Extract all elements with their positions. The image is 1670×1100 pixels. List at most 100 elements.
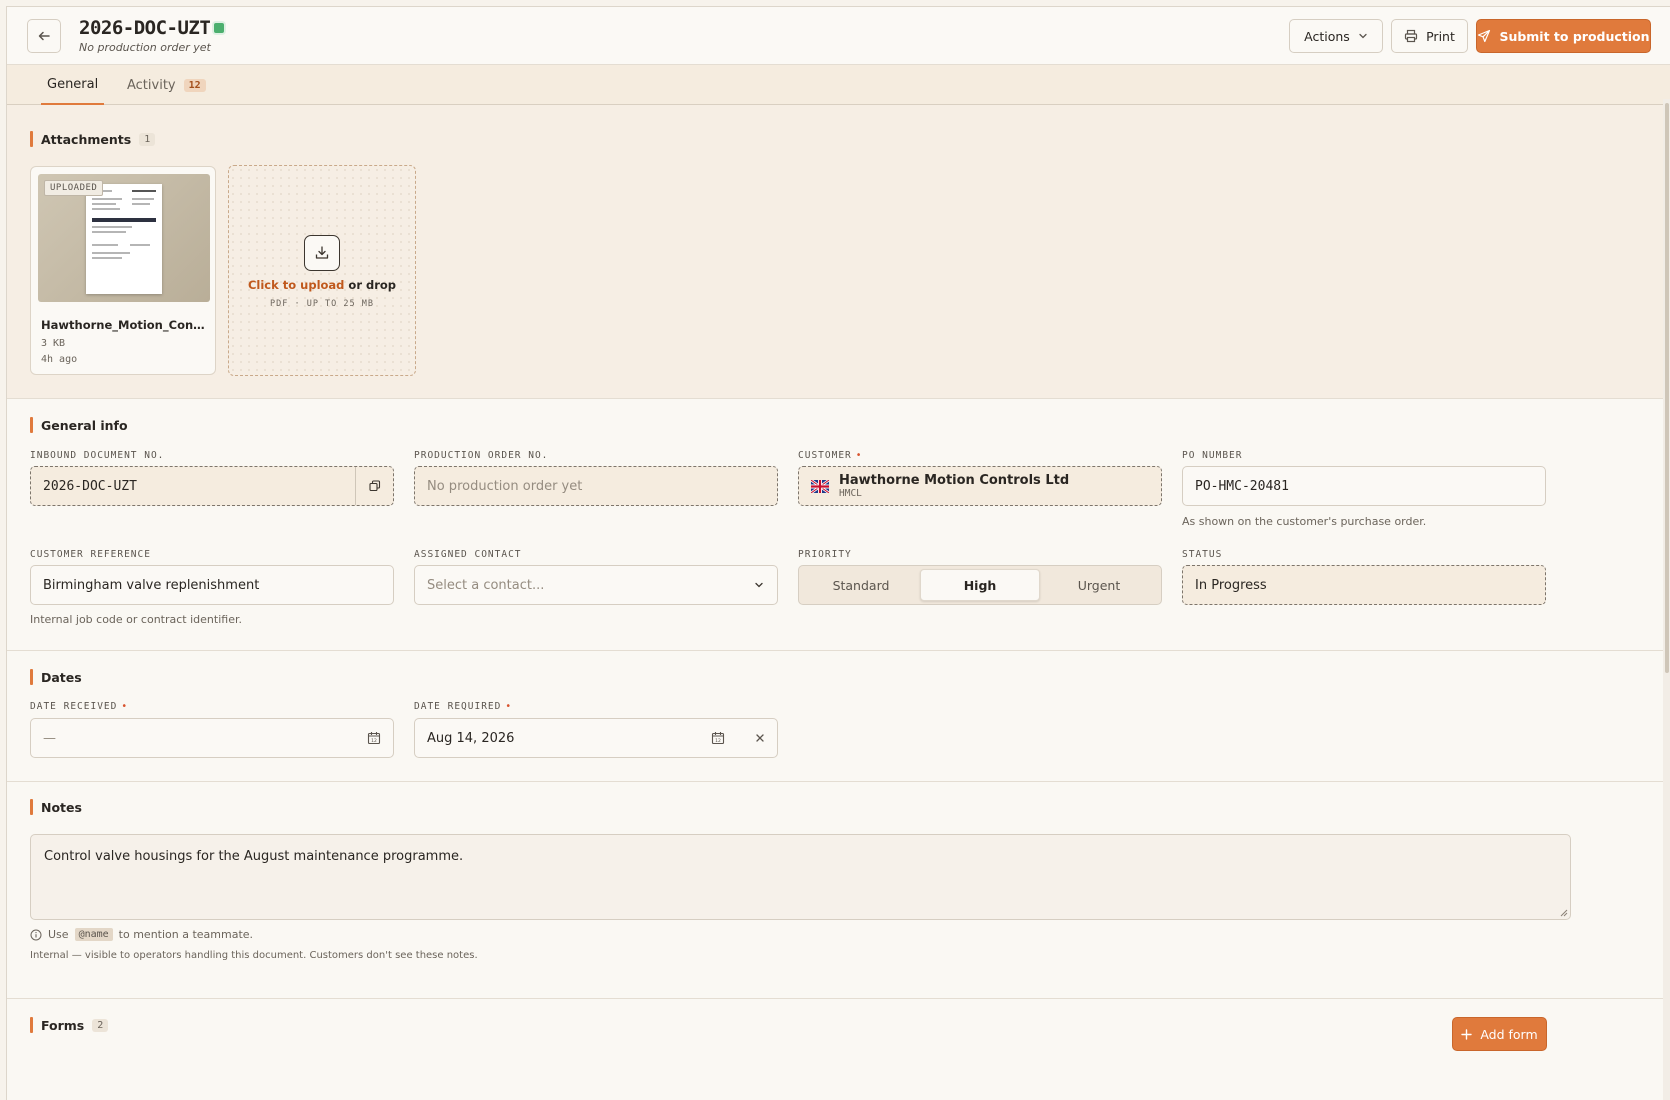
add-form-button[interactable]: Add form	[1452, 1017, 1547, 1051]
attachment-size: 3 KB	[41, 338, 66, 349]
submit-label: Submit to production	[1499, 28, 1650, 44]
dates-title: Dates	[41, 669, 82, 685]
required-asterisk: •	[121, 701, 129, 712]
po-number-input[interactable]: PO-HMC-20481	[1182, 466, 1546, 506]
actions-menu-button[interactable]: Actions	[1289, 19, 1383, 53]
section-accent-bar	[30, 417, 33, 433]
dates-heading: Dates	[30, 669, 82, 685]
assigned-contact-select[interactable]: Select a contact...	[414, 565, 778, 605]
page-header: 2026-DOC-UZT No production order yet Act…	[7, 7, 1670, 65]
priority-standard[interactable]: Standard	[802, 569, 920, 601]
chevron-down-icon	[1359, 33, 1367, 39]
customer-reference-help: Internal job code or contract identifier…	[30, 613, 242, 626]
date-required-label-text: DATE REQUIRED	[414, 701, 502, 712]
calendar-icon: 12	[367, 732, 381, 745]
document-preview	[86, 184, 162, 294]
copy-icon	[368, 480, 380, 492]
customer-name: Hawthorne Motion Controls Ltd	[839, 473, 1070, 488]
status-field: In Progress	[1182, 565, 1546, 605]
customer-label: CUSTOMER •	[798, 450, 863, 461]
svg-text:12: 12	[371, 738, 377, 744]
mention-tip-suffix: to mention a teammate.	[118, 928, 254, 941]
tab-activity[interactable]: Activity 12	[127, 65, 206, 105]
copy-button[interactable]	[355, 467, 393, 505]
notes-heading: Notes	[30, 799, 82, 815]
customer-reference-label: CUSTOMER REFERENCE	[30, 549, 151, 560]
customer-reference-input[interactable]: Birmingham valve replenishment	[30, 565, 394, 605]
customer-label-text: CUSTOMER	[798, 450, 852, 461]
uploaded-badge: UPLOADED	[44, 180, 104, 196]
production-order-label: PRODUCTION ORDER NO.	[414, 450, 549, 461]
mention-tip: Use @name to mention a teammate.	[30, 928, 253, 941]
uk-flag-icon	[811, 479, 829, 493]
scrollbar-thumb[interactable]	[1665, 103, 1669, 673]
tab-general[interactable]: General	[41, 65, 105, 105]
section-accent-bar	[30, 131, 33, 147]
priority-urgent[interactable]: Urgent	[1040, 569, 1158, 601]
arrow-left-icon	[38, 31, 50, 41]
priority-label: PRIORITY	[798, 549, 852, 560]
forms-section: Forms 2 Add form	[7, 999, 1663, 1100]
mention-code: @name	[74, 928, 113, 941]
assigned-contact-placeholder: Select a contact...	[427, 577, 545, 593]
priority-high[interactable]: High	[920, 569, 1040, 601]
clear-icon[interactable]	[755, 733, 765, 743]
date-received-label-text: DATE RECEIVED	[30, 701, 118, 712]
resize-handle-icon[interactable]	[1559, 908, 1568, 917]
attachments-title: Attachments	[41, 131, 132, 147]
attachment-time: 4h ago	[41, 354, 78, 365]
notes-textarea[interactable]: Control valve housings for the August ma…	[30, 834, 1571, 920]
notes-section: Notes Control valve housings for the Aug…	[7, 782, 1663, 999]
dates-section: Dates DATE RECEIVED • — 12 DATE REQUIRED •…	[7, 651, 1663, 782]
section-accent-bar	[30, 669, 33, 685]
upload-dropzone[interactable]: Click to upload or drop PDF · UP TO 25 M…	[228, 165, 416, 376]
inbound-document-value: 2026-DOC-UZT	[43, 478, 137, 494]
submit-to-production-button[interactable]: Submit to production	[1476, 19, 1651, 53]
date-received-input[interactable]: — 12	[30, 718, 394, 758]
section-accent-bar	[30, 1017, 33, 1033]
tab-bar: General Activity 12	[7, 65, 1670, 105]
mention-tip-prefix: Use	[48, 928, 69, 941]
priority-selector: Standard High Urgent	[798, 565, 1162, 605]
status-value: In Progress	[1195, 577, 1267, 593]
po-number-help: As shown on the customer's purchase orde…	[1182, 515, 1427, 528]
customer-reference-value: Birmingham valve replenishment	[43, 577, 260, 593]
date-required-input[interactable]: Aug 14, 2026 12	[414, 718, 778, 758]
general-info-heading: General info	[30, 417, 128, 433]
date-required-label: DATE REQUIRED •	[414, 701, 512, 712]
actions-label: Actions	[1304, 28, 1350, 44]
notes-help: Internal — visible to operators handling…	[30, 950, 478, 961]
general-info-title: General info	[41, 417, 128, 433]
calendar-icon[interactable]: 12	[711, 731, 725, 745]
printer-icon	[1405, 29, 1418, 43]
forms-count: 2	[92, 1018, 109, 1032]
customer-info: Hawthorne Motion Controls Ltd HMCL	[839, 473, 1069, 499]
required-asterisk: •	[505, 701, 513, 712]
po-number-label: PO NUMBER	[1182, 450, 1243, 461]
info-icon	[30, 929, 42, 940]
page-title: 2026-DOC-UZT	[79, 17, 211, 39]
general-info-section: General info INBOUND DOCUMENT NO. 2026-D…	[7, 399, 1663, 651]
tab-general-label: General	[47, 76, 99, 92]
chevron-down-icon	[755, 582, 763, 588]
production-order-field: No production order yet	[414, 466, 778, 506]
notes-value: Control valve housings for the August ma…	[44, 849, 464, 864]
status-label: STATUS	[1182, 549, 1223, 560]
activity-count-badge: 12	[183, 78, 206, 92]
date-received-value: —	[43, 730, 56, 746]
add-form-label: Add form	[1480, 1026, 1538, 1042]
production-order-placeholder: No production order yet	[427, 478, 583, 494]
click-to-upload-link[interactable]: Click to upload	[248, 278, 344, 292]
print-button[interactable]: Print	[1391, 19, 1468, 53]
dropzone-text: Click to upload or drop	[229, 278, 415, 292]
app-window: 2026-DOC-UZT No production order yet Act…	[6, 6, 1670, 1100]
attachment-card[interactable]: UPLOADED Hawthorne_Motion_Control... 3 K…	[30, 166, 216, 375]
page-subtitle: No production order yet	[79, 41, 211, 54]
dropzone-or-drop: or drop	[348, 278, 397, 292]
customer-field[interactable]: Hawthorne Motion Controls Ltd HMCL	[798, 466, 1162, 506]
attachments-count: 1	[139, 132, 156, 146]
back-button[interactable]	[27, 19, 61, 53]
forms-heading: Forms 2	[30, 1017, 109, 1033]
plus-icon	[1461, 1028, 1473, 1040]
inbound-document-field: 2026-DOC-UZT	[30, 466, 394, 506]
